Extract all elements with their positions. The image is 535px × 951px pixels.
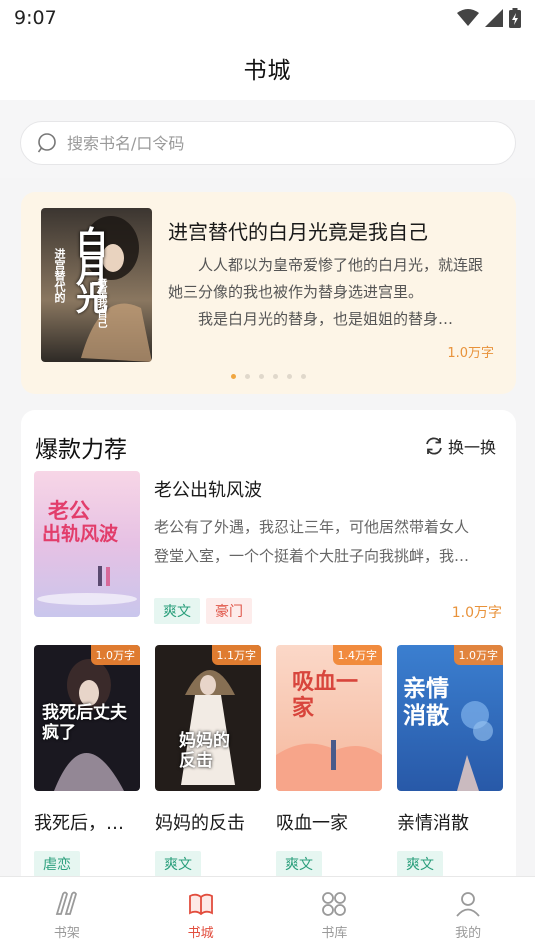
bookstore-icon	[188, 893, 213, 916]
genre-tag[interactable]: 虐恋	[34, 851, 80, 877]
library-icon	[322, 892, 347, 916]
featured-book-title[interactable]: 老公出轨风波	[154, 476, 262, 502]
book-title: 我死后，…	[34, 813, 124, 834]
banner-description: 人人都以为皇帝爱惨了他的白月光，就连跟 她三分像的我也被作为替身选进宫里。 我是…	[168, 252, 498, 333]
banner-desc-line: 我是白月光的替身，也是姐姐的替身…	[198, 310, 454, 328]
featured-banner[interactable]: 白月光 进宫替代的 竟是我自己 进宫替代的白月光竟是我自己 人人都以为皇帝爱惨了…	[21, 192, 516, 394]
carousel-dots	[231, 374, 306, 379]
banner-title: 进宫替代的白月光竟是我自己	[168, 220, 428, 244]
featured-desc-line: 登堂入室，一个个挺着个大肚子向我挑衅，我…	[154, 547, 470, 565]
tab-label: 书库	[321, 926, 348, 941]
book-cover-text: 我死后丈夫疯了	[42, 703, 127, 743]
banner-word-count: 1.0万字	[447, 346, 494, 361]
book-cover[interactable]: 亲情消散 1.0万字	[397, 645, 503, 791]
word-count-badge: 1.0万字	[453, 645, 503, 665]
book-cover[interactable]: 我死后丈夫疯了 1.0万字	[34, 645, 140, 791]
book-title: 亲情消散	[397, 813, 469, 834]
book-item[interactable]: 我死后丈夫疯了 1.0万字 我死后，… 虐恋	[34, 645, 140, 877]
tab-label: 书城	[187, 926, 214, 941]
recommend-section: 爆款力荐 换一换 老公 出轨风波 老公出轨风波 老公有了外遇，我忍让三年，可他居…	[21, 410, 516, 890]
genre-tag[interactable]: 豪门	[206, 598, 252, 624]
carousel-dot[interactable]	[231, 374, 236, 379]
refresh-label: 换一换	[447, 438, 496, 457]
word-count-badge: 1.0万字	[90, 645, 140, 665]
carousel-dot[interactable]	[273, 374, 278, 379]
carousel-dot[interactable]	[301, 374, 306, 379]
banner-desc-line: 她三分像的我也被作为替身选进宫里。	[168, 283, 424, 301]
featured-cover-text-2: 出轨风波	[42, 523, 119, 545]
tab-bookshelf[interactable]: 书架	[0, 877, 134, 951]
book-item[interactable]: 亲情消散 1.0万字 亲情消散 爽文	[397, 645, 503, 877]
profile-icon	[456, 892, 480, 917]
banner-cover-side-text-2: 竟是我自己	[95, 278, 106, 328]
page-title: 书城	[243, 58, 292, 84]
genre-tag[interactable]: 爽文	[276, 851, 322, 877]
word-count-badge: 1.1万字	[211, 645, 261, 665]
featured-word-count: 1.0万字	[451, 605, 502, 621]
book-item[interactable]: 吸血一家 1.4万字 吸血一家 爽文	[276, 645, 382, 877]
banner-cover-side-text: 进宫替代的	[53, 248, 66, 303]
bookshelf-icon	[55, 891, 77, 915]
carousel-dot[interactable]	[287, 374, 292, 379]
book-item[interactable]: 妈妈的反击 1.1万字 妈妈的反击 爽文	[155, 645, 261, 877]
genre-tag[interactable]: 爽文	[397, 851, 443, 877]
bottom-tab-bar: 书架 书城 书库 我的	[0, 876, 535, 951]
banner-desc-line: 人人都以为皇帝爱惨了他的白月光，就连跟	[198, 256, 484, 274]
book-cover-text: 亲情消散	[403, 675, 449, 729]
search-icon	[37, 133, 56, 153]
status-time: 9:07	[14, 7, 57, 29]
word-count-badge: 1.4万字	[332, 645, 382, 665]
battery-icon	[509, 8, 521, 28]
book-title: 吸血一家	[276, 813, 348, 834]
book-cover-text: 吸血一家	[292, 669, 359, 721]
book-cover[interactable]: 妈妈的反击 1.1万字	[155, 645, 261, 791]
refresh-icon	[426, 437, 442, 455]
status-icons	[457, 8, 521, 28]
tab-bookstore[interactable]: 书城	[134, 877, 268, 951]
tab-library[interactable]: 书库	[268, 877, 402, 951]
signal-icon	[485, 9, 503, 27]
search-input[interactable]	[67, 133, 467, 153]
carousel-dot[interactable]	[259, 374, 264, 379]
header: 书城	[0, 36, 535, 100]
section-title: 爆款力荐	[35, 437, 127, 463]
tab-label: 书架	[53, 926, 80, 941]
featured-book-description: 老公有了外遇，我忍让三年，可他居然带着女人 登堂入室，一个个挺着个大肚子向我挑衅…	[154, 513, 499, 571]
tab-profile[interactable]: 我的	[401, 877, 535, 951]
refresh-button[interactable]: 换一换	[424, 434, 496, 458]
featured-desc-line: 老公有了外遇，我忍让三年，可他居然带着女人	[154, 518, 470, 536]
genre-tag[interactable]: 爽文	[155, 851, 201, 877]
book-title: 妈妈的反击	[155, 813, 245, 834]
book-cover[interactable]: 吸血一家 1.4万字	[276, 645, 382, 791]
book-grid: 我死后丈夫疯了 1.0万字 我死后，… 虐恋 妈妈的反击 1.1万字 妈妈的反击…	[34, 645, 503, 877]
tab-label: 我的	[455, 926, 482, 941]
wifi-icon	[457, 9, 479, 26]
featured-tags: 爽文 豪门	[154, 598, 252, 624]
featured-book-cover[interactable]: 老公 出轨风波	[34, 471, 140, 617]
banner-book-cover[interactable]: 白月光 进宫替代的 竟是我自己	[41, 208, 152, 362]
search-section	[0, 100, 535, 178]
carousel-dot[interactable]	[245, 374, 250, 379]
book-cover-text: 妈妈的反击	[179, 731, 230, 771]
status-bar: 9:07	[0, 0, 535, 36]
genre-tag[interactable]: 爽文	[154, 598, 200, 624]
search-bar[interactable]	[20, 121, 516, 165]
